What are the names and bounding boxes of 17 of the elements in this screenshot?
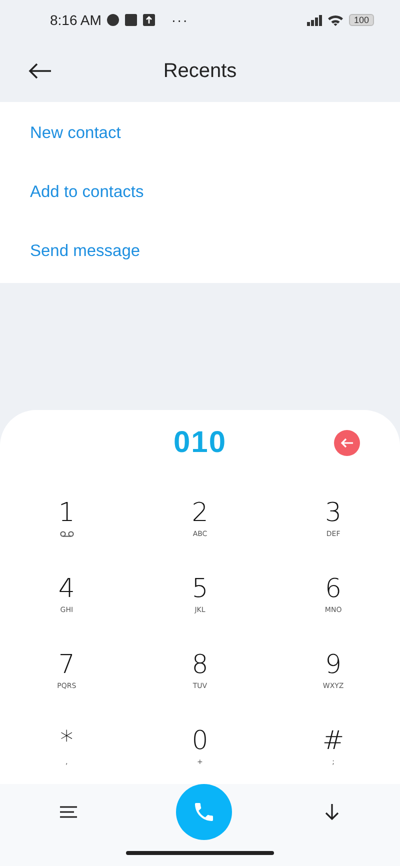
back-arrow-icon[interactable]: [28, 63, 52, 79]
screen-title: Recents: [163, 60, 237, 82]
wifi-icon: [328, 14, 343, 26]
dial-key[interactable]: 1: [0, 498, 134, 537]
signal-icon: [306, 14, 322, 26]
menu-icon[interactable]: [60, 806, 78, 818]
down-arrow-icon[interactable]: [324, 803, 340, 821]
phone-icon: [192, 800, 216, 824]
dialed-number: 010: [173, 426, 227, 460]
circle-icon: [107, 14, 120, 26]
backspace-icon[interactable]: [334, 430, 360, 456]
overflow-dots: ···: [171, 12, 188, 28]
voicemail-icon: [60, 531, 74, 537]
battery-level: 100: [348, 14, 374, 26]
status-time: 8:16 AM: [50, 12, 102, 28]
square-icon: [125, 14, 138, 26]
upload-icon: [143, 14, 156, 26]
